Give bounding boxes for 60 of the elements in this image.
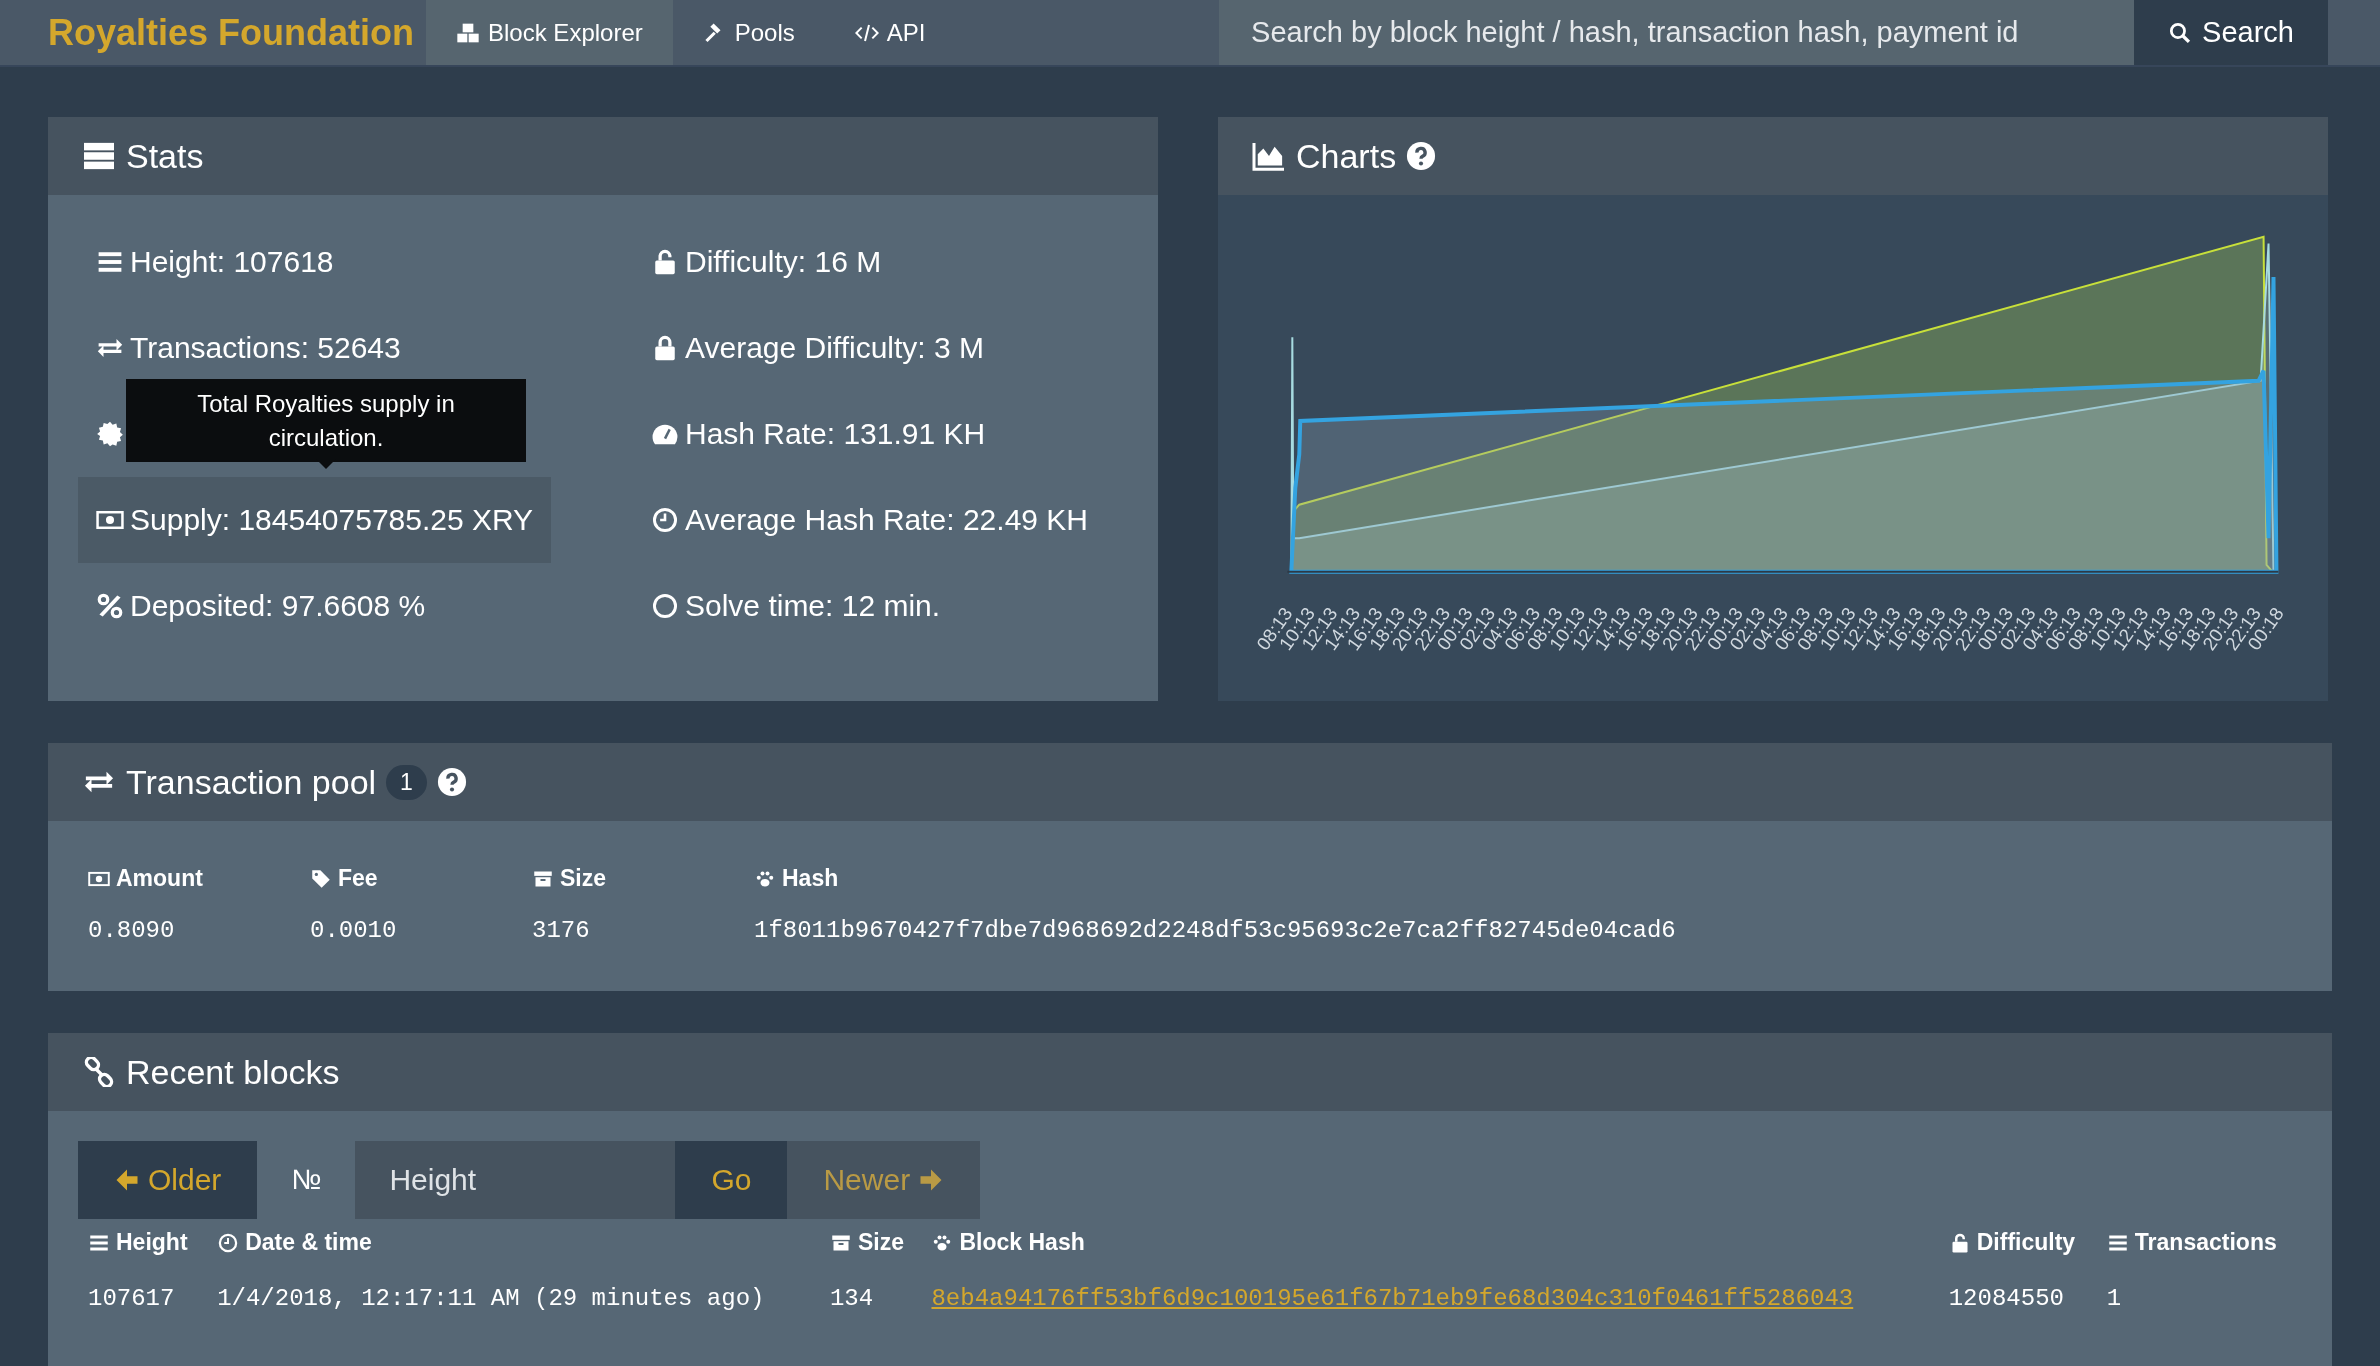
column-header: Hash (754, 865, 839, 893)
help-icon[interactable] (436, 767, 467, 797)
column-header: Fee (310, 865, 378, 893)
count-badge: 1 (386, 764, 427, 800)
table-cell: 1f8011b9670427f7dbe7d968692d2248df53c95693c2e7ca2ff82745de04cad6 (754, 916, 1676, 944)
tooltip: Total Royalties supply in circulation. (126, 379, 526, 463)
nav-link[interactable]: API (824, 0, 956, 65)
block-hash-link[interactable]: 8eb4a94176ff53bf6d9c100195e61f67b71eb9fe68d304c310f0461ff5286043 (931, 1284, 1854, 1312)
search-icon (2168, 21, 2193, 44)
column-header: Difficulty (1948, 1229, 2076, 1257)
search-button[interactable]: Search (2134, 0, 2328, 65)
table-cell: 0.8090 (88, 916, 175, 944)
table-cell: 107617 (88, 1284, 175, 1312)
panel-title: Transaction pool (126, 762, 377, 802)
stat-label: Solve time: 12 min. (685, 589, 941, 623)
server-icon (82, 141, 116, 171)
height-input-field[interactable]: Height (355, 1141, 676, 1219)
column-header: Transactions (2106, 1229, 2277, 1257)
table-cell: 3176 (532, 916, 590, 944)
search-field[interactable]: Search by block height / hash, transaction hash, payment id (1219, 0, 2135, 65)
arrow-left-icon (114, 1168, 140, 1192)
tag-icon (310, 868, 332, 889)
brand-logo-text[interactable]: Royalties Foundation (0, 11, 426, 54)
stat-label: Deposited: 97.6608 % (130, 589, 426, 623)
cubes-icon (456, 21, 480, 44)
stat-label: Average Hash Rate: 22.49 KH (685, 503, 1089, 537)
table-cell: 1 (2106, 1284, 2122, 1312)
help-icon[interactable] (1406, 141, 1437, 171)
table-cell: 134 (829, 1284, 874, 1312)
area-chart-icon (1252, 141, 1286, 171)
percent-icon (96, 593, 124, 619)
table-cell: 1/4/2018, 12:17:11 AM (29 minutes ago) (217, 1284, 765, 1312)
stat-label: Transactions: 52643 (130, 331, 401, 365)
column-header: Size (532, 865, 607, 893)
go-button[interactable]: Go (675, 1141, 788, 1219)
older-button[interactable]: Older (78, 1141, 258, 1219)
panel-title: Stats (126, 136, 204, 176)
stat-label: Height: 107618 (130, 245, 334, 279)
spinner-icon (651, 593, 679, 619)
column-header: Amount (88, 865, 203, 893)
stat-label: Hash Rate: 131.91 KH (685, 417, 986, 451)
nav-link[interactable]: Block Explorer (426, 0, 673, 65)
stat-label: Difficulty: 16 M (685, 245, 882, 279)
nav-link[interactable]: Pools (672, 0, 825, 65)
list-icon (96, 249, 124, 275)
clock-icon (217, 1232, 240, 1253)
stat-label: Average Difficulty: 3 M (685, 331, 985, 365)
table-cell: 0.0010 (310, 916, 397, 944)
stat-label: Supply: 18454075785.25 XRY (130, 503, 534, 537)
column-header: Date & time (217, 1229, 372, 1257)
paw-icon (754, 868, 776, 889)
column-header: Size (829, 1229, 904, 1257)
link-icon (82, 1057, 116, 1087)
table-cell: 12084550 (1948, 1284, 2064, 1312)
column-header: Block Hash (931, 1229, 1085, 1257)
panel-title: Recent blocks (126, 1052, 340, 1092)
clock-icon (651, 507, 679, 533)
panel-title: Charts (1296, 136, 1397, 176)
column-header: Height (88, 1229, 188, 1257)
tooltip-pointer (316, 459, 336, 469)
